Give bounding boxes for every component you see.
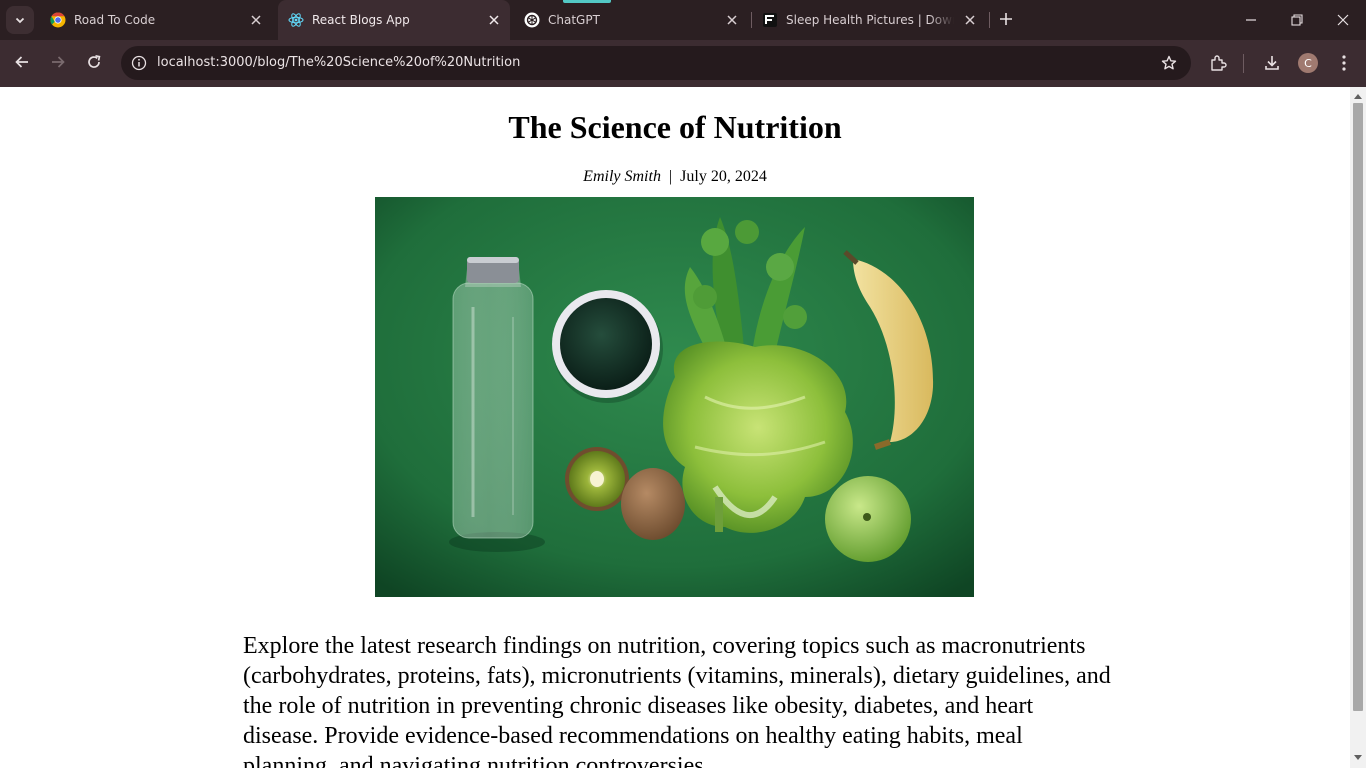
- post-author: Emily Smith: [583, 168, 661, 185]
- browser-toolbar: localhost:3000/blog/The%20Science%20of%2…: [0, 40, 1366, 87]
- post-meta: Emily Smith | July 20, 2024: [0, 167, 1350, 187]
- restore-button[interactable]: [1274, 0, 1320, 40]
- close-window-button[interactable]: [1320, 0, 1366, 40]
- toolbar-divider: [1243, 54, 1244, 73]
- minimize-icon: [1245, 11, 1257, 30]
- back-button[interactable]: [7, 49, 37, 79]
- tab-road-to-code[interactable]: Road To Code: [40, 0, 272, 40]
- reload-icon: [86, 54, 102, 74]
- freepik-icon: [762, 12, 778, 28]
- address-bar[interactable]: localhost:3000/blog/The%20Science%20of%2…: [121, 46, 1191, 80]
- browser-titlebar: Road To Code React Blogs App ChatGPT Sle…: [0, 0, 1366, 40]
- tab-divider: [989, 12, 990, 28]
- post-title: The Science of Nutrition: [508, 109, 842, 145]
- scrollbar-thumb[interactable]: [1353, 103, 1363, 711]
- download-icon[interactable]: [1260, 51, 1284, 75]
- tab-react-blogs-app[interactable]: React Blogs App: [278, 0, 510, 40]
- openai-icon: [524, 12, 540, 28]
- chrome-dev-icon: [50, 12, 66, 28]
- react-icon: [288, 12, 304, 28]
- post-hero-image: [375, 197, 974, 597]
- scroll-down-icon[interactable]: [1350, 751, 1366, 765]
- new-tab-button[interactable]: [994, 8, 1018, 32]
- meta-separator: |: [668, 168, 673, 185]
- scroll-up-icon[interactable]: [1350, 89, 1366, 103]
- close-icon: [1337, 11, 1349, 30]
- more-menu-icon[interactable]: [1332, 51, 1356, 75]
- bookmark-star-icon[interactable]: [1159, 53, 1179, 73]
- close-icon[interactable]: [248, 12, 264, 28]
- url-text[interactable]: localhost:3000/blog/The%20Science%20of%2…: [157, 55, 520, 71]
- tab-title: ChatGPT: [548, 13, 600, 27]
- tab-title: React Blogs App: [312, 13, 410, 27]
- close-icon[interactable]: [724, 12, 740, 28]
- minimize-button[interactable]: [1228, 0, 1274, 40]
- plus-icon: [999, 11, 1013, 30]
- profile-avatar[interactable]: C: [1298, 53, 1318, 73]
- chevron-down-icon: [14, 11, 26, 30]
- page-scrollbar[interactable]: [1350, 87, 1366, 768]
- post-body: Explore the latest research findings on …: [243, 633, 1111, 768]
- restore-icon: [1291, 11, 1303, 30]
- arrow-left-icon: [14, 54, 30, 74]
- forward-button[interactable]: [43, 49, 73, 79]
- close-icon[interactable]: [486, 12, 502, 28]
- close-icon[interactable]: [962, 12, 978, 28]
- page-viewport: The Science of Nutrition Emily Smith | Jul…: [0, 87, 1350, 768]
- extensions-icon[interactable]: [1206, 51, 1230, 75]
- tab-search-button[interactable]: [6, 6, 34, 34]
- tab-chatgpt[interactable]: ChatGPT: [514, 0, 746, 40]
- tab-title: Sleep Health Pictures | Downloa: [786, 13, 954, 27]
- tab-sleep-health-pictures[interactable]: Sleep Health Pictures | Downloa: [752, 0, 984, 40]
- site-info-icon[interactable]: [129, 53, 149, 73]
- reload-button[interactable]: [79, 49, 109, 79]
- tab-title: Road To Code: [74, 13, 156, 27]
- arrow-right-icon: [50, 54, 66, 74]
- post-date: July 20, 2024: [680, 168, 767, 185]
